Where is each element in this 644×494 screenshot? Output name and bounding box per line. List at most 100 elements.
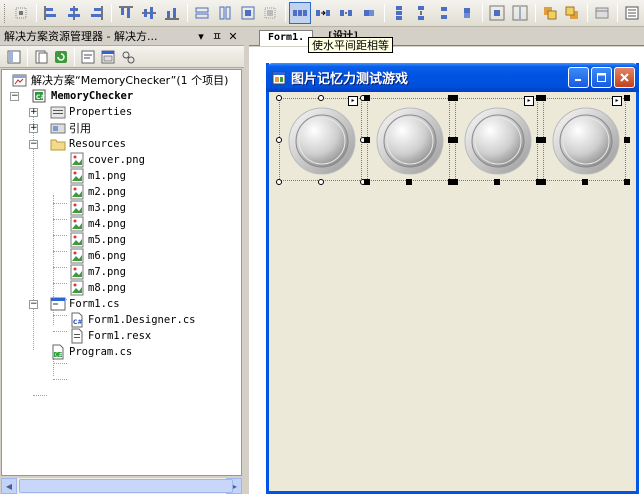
window-position-dropdown[interactable]: ▾ (194, 30, 208, 43)
tab-order-button[interactable] (621, 2, 643, 24)
close-button[interactable] (614, 67, 635, 88)
form-client-area[interactable]: ▸ ▸ ▸ (269, 92, 636, 491)
tree-horizontal-scrollbar[interactable]: ◀ ▶ (1, 478, 242, 494)
resize-handle[interactable] (406, 179, 412, 185)
show-all-files-button[interactable] (31, 47, 50, 66)
tree-node-resources[interactable]: Resources (50, 136, 126, 152)
close-panel-button[interactable]: ✕ (226, 30, 240, 43)
tree-node-form1-designer[interactable]: C# Form1.Designer.cs (69, 312, 195, 328)
center-horizontally-button[interactable] (486, 2, 508, 24)
collapse-project-toggle[interactable]: − (10, 92, 19, 101)
tree-node-form1[interactable]: Form1.cs (50, 296, 120, 312)
tree-node-resource-file[interactable]: cover.png (69, 152, 145, 168)
tree-node-solution[interactable]: 解决方案“MemoryChecker”(1 个项目) (12, 72, 228, 88)
tree-node-resource-file[interactable]: m2.png (69, 184, 126, 200)
tree-node-project[interactable]: C# MemoryChecker (32, 88, 133, 104)
center-vertically-button[interactable] (509, 2, 531, 24)
tree-node-resource-file[interactable]: m5.png (69, 232, 126, 248)
picture-box-1[interactable]: ▸ (276, 95, 366, 185)
resize-handle[interactable] (364, 95, 370, 101)
resize-handle[interactable] (276, 137, 282, 143)
solution-tree[interactable]: 解决方案“MemoryChecker”(1 个项目) − C# MemoryCh… (1, 69, 242, 476)
make-same-height-button[interactable] (214, 2, 236, 24)
size-to-grid-button[interactable] (259, 2, 281, 24)
make-horizontal-spacing-equal-button[interactable] (289, 2, 312, 24)
resize-handle[interactable] (624, 137, 630, 143)
maximize-button[interactable] (591, 67, 612, 88)
resize-handle[interactable] (364, 137, 370, 143)
collapse-form1-toggle[interactable]: − (29, 300, 38, 309)
resize-handle[interactable] (624, 179, 630, 185)
align-tops-button[interactable] (115, 2, 137, 24)
scrollbar-thumb[interactable] (19, 479, 233, 493)
decrease-vertical-spacing-button[interactable] (433, 2, 455, 24)
resize-handle[interactable] (452, 179, 458, 185)
align-middles-button[interactable] (138, 2, 160, 24)
scroll-left-button[interactable]: ◀ (1, 478, 17, 494)
smart-tag-button[interactable]: ▸ (524, 96, 534, 106)
smart-tag-button[interactable]: ▸ (348, 96, 358, 106)
expand-properties-toggle[interactable]: + (29, 108, 38, 117)
decrease-horizontal-spacing-button[interactable] (335, 2, 357, 24)
increase-horizontal-spacing-button[interactable] (312, 2, 334, 24)
resize-handle[interactable] (582, 179, 588, 185)
tree-node-resource-file[interactable]: m4.png (69, 216, 126, 232)
align-to-grid-button[interactable] (10, 2, 32, 24)
designed-form[interactable]: 图片记忆力测试游戏 ▸ ▸ ▸ (266, 63, 639, 494)
tree-node-resource-file[interactable]: m6.png (69, 248, 126, 264)
send-to-back-button[interactable] (562, 2, 584, 24)
resize-handle[interactable] (276, 95, 282, 101)
tree-node-program[interactable]: C# Program.cs (50, 344, 132, 360)
smart-tag-button[interactable]: ▸ (612, 96, 622, 106)
design-surface[interactable]: 图片记忆力测试游戏 ▸ ▸ ▸ (249, 47, 644, 494)
lock-controls-button[interactable] (591, 2, 613, 24)
expand-references-toggle[interactable]: + (29, 124, 38, 133)
tree-node-properties[interactable]: Properties (50, 104, 132, 120)
resize-handle[interactable] (624, 95, 630, 101)
view-designer-button[interactable] (98, 47, 117, 66)
resize-handle[interactable] (318, 179, 324, 185)
increase-vertical-spacing-button[interactable] (410, 2, 432, 24)
properties-folder-icon (50, 106, 66, 119)
resize-handle[interactable] (276, 179, 282, 185)
tree-node-resource-file[interactable]: m8.png (69, 280, 126, 296)
tree-node-references[interactable]: 引用 (50, 120, 91, 136)
tree-node-resource-file[interactable]: m7.png (69, 264, 126, 280)
refresh-button[interactable] (51, 47, 70, 66)
picture-box-4[interactable]: ▸ (540, 95, 630, 185)
form-title-bar[interactable]: 图片记忆力测试游戏 (266, 63, 639, 92)
make-vertical-spacing-equal-button[interactable] (388, 2, 410, 24)
resize-handle[interactable] (494, 179, 500, 185)
tree-node-resource-file[interactable]: m1.png (69, 168, 126, 184)
class-diagram-button[interactable] (118, 47, 137, 66)
resize-handle[interactable] (318, 95, 324, 101)
resize-handle[interactable] (540, 179, 546, 185)
resize-handle[interactable] (540, 95, 546, 101)
view-code-button[interactable] (78, 47, 97, 66)
auto-hide-pin-icon[interactable]: ㅍ (210, 28, 224, 44)
resize-handle[interactable] (364, 179, 370, 185)
remove-horizontal-spacing-button[interactable] (358, 2, 380, 24)
align-bottoms-button[interactable] (161, 2, 183, 24)
tree-node-form1-resx[interactable]: Form1.resx (69, 328, 151, 344)
collapse-resources-toggle[interactable]: − (29, 140, 38, 149)
toolbar-grip[interactable] (4, 3, 7, 23)
picture-box-2[interactable] (364, 95, 454, 185)
bring-to-front-button[interactable] (539, 2, 561, 24)
image-file-icon (70, 168, 84, 184)
align-rights-button[interactable] (86, 2, 108, 24)
align-lefts-button[interactable] (40, 2, 62, 24)
scrollbar-track[interactable] (17, 478, 233, 494)
resize-handle[interactable] (452, 95, 458, 101)
picture-box-3[interactable]: ▸ (452, 95, 542, 185)
make-same-width-button[interactable] (191, 2, 213, 24)
make-same-size-button[interactable] (237, 2, 259, 24)
properties-button[interactable] (4, 47, 23, 66)
resize-handle[interactable] (540, 137, 546, 143)
resize-handle[interactable] (452, 137, 458, 143)
remove-vertical-spacing-button[interactable] (456, 2, 478, 24)
tab-form1-design[interactable]: Form1. (259, 30, 314, 46)
align-centers-button[interactable] (63, 2, 85, 24)
minimize-button[interactable] (568, 67, 589, 88)
tree-node-resource-file[interactable]: m3.png (69, 200, 126, 216)
